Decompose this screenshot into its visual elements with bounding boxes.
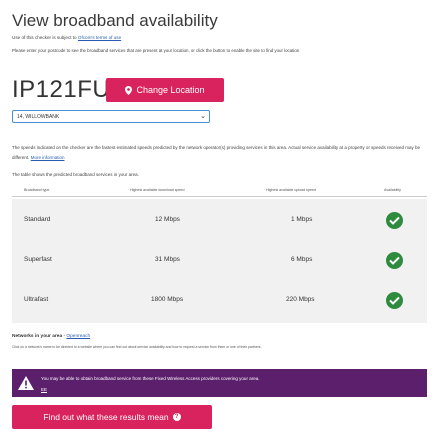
- row-upload: 6 Mbps: [291, 256, 313, 263]
- row-upload: 1 Mbps: [291, 216, 313, 223]
- page-title: View broadband availability: [12, 11, 218, 30]
- check-icon: [386, 252, 403, 269]
- table-row: Ultrafast 1800 Mbps 220 Mbps: [12, 281, 427, 321]
- change-location-button[interactable]: Change Location: [106, 78, 224, 102]
- row-type: Superfast: [24, 256, 52, 263]
- fixed-wireless-warning: You may be able to obtain broadband serv…: [12, 369, 427, 397]
- speeds-note: The speeds indicated on the checker are …: [12, 143, 427, 163]
- row-download: 12 Mbps: [155, 216, 180, 223]
- column-header-availability: Availability: [384, 188, 401, 192]
- openreach-link[interactable]: Openreach: [66, 334, 90, 339]
- row-type: Standard: [24, 216, 51, 223]
- check-icon: [386, 292, 403, 309]
- column-header-upload: Highest available upload speed: [266, 188, 316, 192]
- speeds-note-text: The speeds indicated on the checker are …: [12, 145, 420, 160]
- networks-subtext: Click on a network's name to be directed…: [12, 345, 262, 349]
- terms-link[interactable]: Ofcom's terms of use: [78, 35, 121, 40]
- column-header-download: Highest available download speed: [130, 188, 185, 192]
- table-row: Standard 12 Mbps 1 Mbps: [12, 201, 427, 241]
- networks-label: Networks in your area: [12, 334, 63, 339]
- row-download: 1800 Mbps: [151, 296, 184, 303]
- column-header-type: Broadband type: [24, 188, 50, 192]
- more-information-link[interactable]: More information: [31, 155, 65, 160]
- warning-icon: [18, 376, 34, 390]
- networks-line: Networks in your area - Openreach: [12, 334, 90, 339]
- table-header: Broadband type Highest available downloa…: [12, 188, 427, 197]
- map-pin-icon: [125, 85, 133, 95]
- instructions-text: Please enter your postcode to see the br…: [12, 48, 300, 53]
- question-mark-icon: ?: [172, 413, 181, 421]
- results-meaning-label: Find out what these results mean: [43, 412, 169, 422]
- row-type: Ultrafast: [24, 296, 49, 303]
- change-location-label: Change Location: [136, 85, 205, 95]
- row-download: 31 Mbps: [155, 256, 180, 263]
- table-body: Standard 12 Mbps 1 Mbps Superfast 31 Mbp…: [12, 199, 427, 323]
- address-select[interactable]: 14, WILLOWBANK ⌄: [12, 110, 210, 123]
- ee-link[interactable]: EE: [41, 387, 47, 392]
- table-row: Superfast 31 Mbps 6 Mbps: [12, 241, 427, 281]
- address-selected-value: 14, WILLOWBANK: [17, 113, 60, 120]
- check-icon: [386, 212, 403, 229]
- results-meaning-button[interactable]: Find out what these results mean ?: [12, 405, 212, 429]
- postcode-display: IP121FU: [12, 76, 111, 103]
- terms-line: Use of this checker is subject to Ofcom'…: [12, 35, 121, 40]
- terms-prefix: Use of this checker is subject to: [12, 35, 77, 40]
- warning-text: You may be able to obtain broadband serv…: [41, 376, 260, 381]
- table-note: The table shows the predicted broadband …: [12, 172, 139, 177]
- chevron-down-icon: ⌄: [200, 113, 206, 120]
- row-upload: 220 Mbps: [286, 296, 315, 303]
